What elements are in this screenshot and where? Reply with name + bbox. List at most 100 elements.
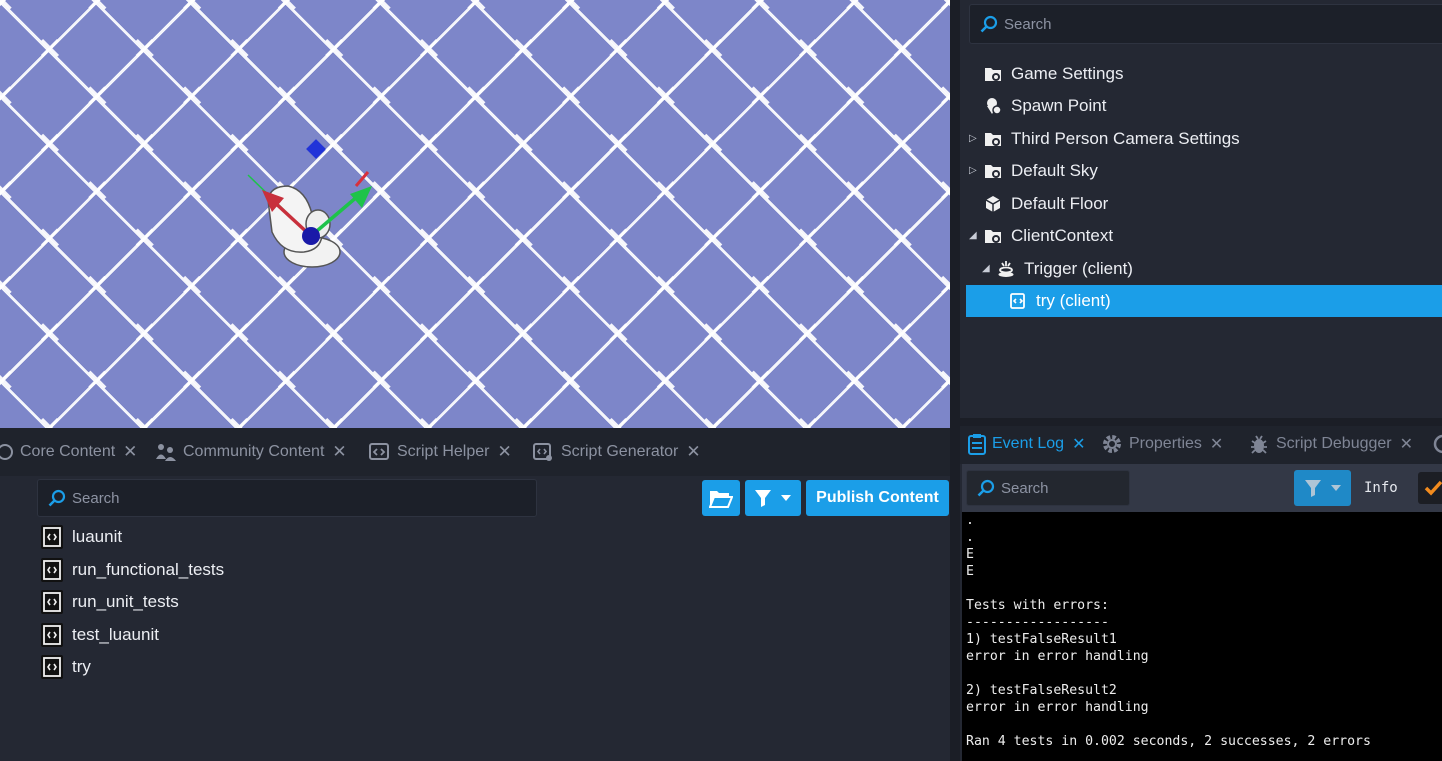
collapse-arrow-icon[interactable]: ◢ <box>982 264 992 274</box>
script-item-luaunit[interactable]: luaunit <box>40 522 122 552</box>
gizmo-y-arrow[interactable] <box>350 186 372 208</box>
log-line: Ran 4 tests in 0.002 seconds, 2 successe… <box>966 734 1371 749</box>
cube-icon <box>985 196 1001 212</box>
log-line: error in error handling <box>966 700 1149 715</box>
hierarchy-item-label: Default Sky <box>1011 161 1098 180</box>
search-icon <box>980 15 998 33</box>
scene-viewport[interactable] <box>0 0 950 428</box>
hierarchy-item-label: Trigger (client) <box>1024 259 1133 278</box>
tab-label: Core Content <box>20 443 116 460</box>
script-item-test-luaunit[interactable]: test_luaunit <box>40 620 159 650</box>
hierarchy-item-spawn-point[interactable]: Spawn Point <box>966 90 1442 122</box>
hierarchy-item-label: ClientContext <box>1011 226 1114 245</box>
script-file-icon <box>41 590 63 614</box>
event-log-icon <box>968 434 986 455</box>
hierarchy-item-try-client[interactable]: try (client) <box>966 285 1442 317</box>
log-line: E <box>966 547 974 562</box>
tab-overflow-icon <box>1433 434 1442 454</box>
settings-folder-icon <box>985 133 1001 146</box>
core-content-icon <box>0 444 13 460</box>
close-icon[interactable]: ✕ <box>497 442 511 462</box>
tab-label: Script Generator <box>561 443 679 460</box>
publish-content-button[interactable]: Publish Content <box>806 480 949 516</box>
gizmo-rotate-handle[interactable] <box>354 171 370 187</box>
content-search-input[interactable]: Search <box>37 479 537 517</box>
hierarchy-item-game-settings[interactable]: Game Settings <box>966 58 1442 90</box>
tab-label: Community Content <box>183 443 325 460</box>
tab-label: Properties <box>1129 435 1202 452</box>
hierarchy-item-label: Spawn Point <box>1011 96 1107 115</box>
settings-folder-icon <box>985 165 1001 178</box>
script-file-icon <box>41 623 63 647</box>
hierarchy-item-label: Game Settings <box>1011 64 1124 83</box>
hierarchy-item-label: Default Floor <box>1011 194 1109 213</box>
script-helper-icon <box>369 443 389 460</box>
log-line: 2) testFalseResult2 <box>966 683 1117 698</box>
transform-gizmo[interactable] <box>0 0 950 428</box>
search-icon <box>48 489 66 507</box>
hierarchy-item-default-sky[interactable]: ▷ Default Sky <box>966 155 1442 187</box>
panel-splitter[interactable] <box>950 0 960 761</box>
script-icon <box>1010 293 1025 309</box>
script-item-try[interactable]: try <box>40 652 91 682</box>
hierarchy-search-placeholder: Search <box>1004 15 1052 33</box>
trigger-icon <box>998 261 1014 277</box>
hierarchy-item-default-floor[interactable]: Default Floor <box>966 188 1442 220</box>
settings-folder-icon <box>985 68 1001 81</box>
script-item-label: luaunit <box>72 527 123 546</box>
close-icon[interactable]: ✕ <box>332 442 346 462</box>
close-icon[interactable]: ✕ <box>1400 434 1413 454</box>
log-line: Tests with errors: <box>966 598 1109 613</box>
tab-core-content[interactable]: Core Content ✕ <box>0 428 137 476</box>
close-icon[interactable]: ✕ <box>123 442 137 462</box>
gizmo-center[interactable] <box>302 227 320 245</box>
hierarchy-panel: Search Game Settings Spawn Point ▷ Third… <box>960 0 1442 418</box>
script-item-label: try <box>72 657 91 676</box>
filter-dropdown-button[interactable] <box>745 480 801 516</box>
tab-label: Script Helper <box>397 443 490 460</box>
hierarchy-item-label: Third Person Camera Settings <box>1011 129 1240 148</box>
close-icon[interactable]: ✕ <box>1210 434 1223 454</box>
hierarchy-item-trigger-client[interactable]: ◢ Trigger (client) <box>966 253 1442 285</box>
script-generator-icon <box>533 443 552 461</box>
log-tabs-bar: Event Log ✕ Properties ✕ Script Debugger… <box>960 426 1442 464</box>
event-log-search-input[interactable]: Search <box>966 470 1130 506</box>
tab-properties[interactable]: Properties ✕ <box>1101 426 1223 462</box>
log-level-checkbox[interactable] <box>1418 472 1442 504</box>
expand-arrow-icon[interactable]: ▷ <box>969 166 979 176</box>
open-folder-button[interactable] <box>702 480 740 516</box>
collapse-arrow-icon[interactable]: ◢ <box>969 231 979 241</box>
log-line: E <box>966 564 974 579</box>
project-content-panel: Search Publish Content luaunit run_funct… <box>0 476 950 761</box>
settings-folder-icon <box>985 230 1001 243</box>
overflow-tab-icon[interactable] <box>1432 426 1442 462</box>
spawn-point-icon <box>987 98 1002 115</box>
hierarchy-search-input[interactable]: Search <box>969 4 1442 44</box>
close-icon[interactable]: ✕ <box>1072 434 1085 454</box>
panel-splitter[interactable] <box>960 418 1442 426</box>
log-level-label: Info <box>1364 480 1398 496</box>
script-file-icon <box>41 655 63 679</box>
close-icon[interactable]: ✕ <box>686 442 700 462</box>
script-item-run-functional-tests[interactable]: run_functional_tests <box>40 555 224 585</box>
tab-script-helper[interactable]: Script Helper ✕ <box>369 428 512 476</box>
script-item-run-unit-tests[interactable]: run_unit_tests <box>40 587 179 617</box>
tab-label: Script Debugger <box>1276 435 1392 452</box>
script-item-label: test_luaunit <box>72 625 159 644</box>
expand-arrow-icon[interactable]: ▷ <box>969 134 979 144</box>
log-filter-dropdown-button[interactable] <box>1294 470 1351 506</box>
log-line: . <box>966 530 974 545</box>
tab-community-content[interactable]: Community Content ✕ <box>155 428 347 476</box>
tab-script-debugger[interactable]: Script Debugger ✕ <box>1248 426 1413 462</box>
event-log-output: .. E E Tests with errors: ------------------… <box>962 512 1442 761</box>
hierarchy-item-clientcontext[interactable]: ◢ ClientContext <box>966 220 1442 252</box>
filter-icon <box>755 490 791 507</box>
hierarchy-item-third-person-camera-settings[interactable]: ▷ Third Person Camera Settings <box>966 123 1442 155</box>
log-line: error in error handling <box>966 649 1149 664</box>
tab-event-log[interactable]: Event Log ✕ <box>968 426 1085 462</box>
event-log-search-placeholder: Search <box>1001 479 1049 497</box>
tab-script-generator[interactable]: Script Generator ✕ <box>533 428 701 476</box>
gizmo-z-handle[interactable] <box>306 139 326 159</box>
